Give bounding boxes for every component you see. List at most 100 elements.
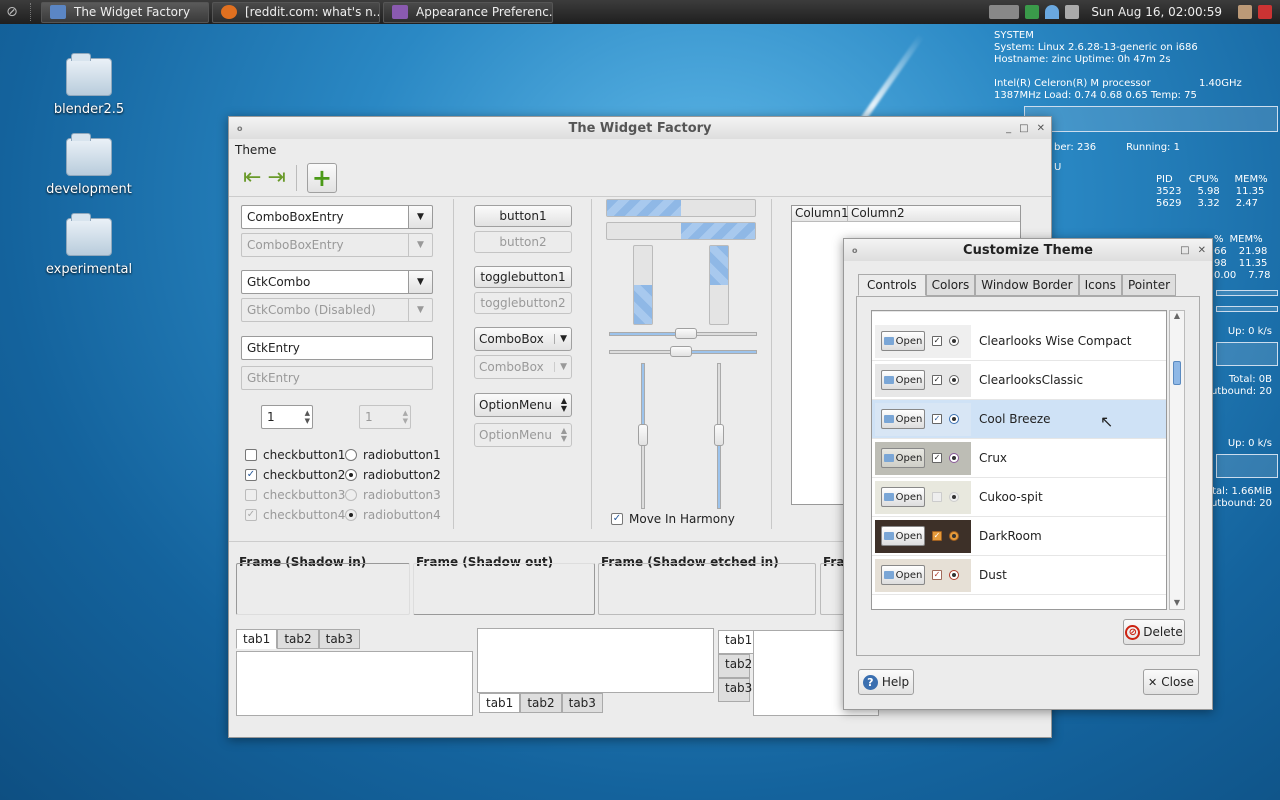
tab-window-border[interactable]: Window Border xyxy=(975,274,1079,296)
tab-2[interactable]: tab2 xyxy=(277,629,319,649)
gtkcombo-text[interactable]: GtkCombo xyxy=(241,270,409,294)
spin-button[interactable]: 1 ▲ ▼ xyxy=(261,405,313,429)
gtkentry[interactable]: GtkEntry xyxy=(241,336,433,360)
window-titlebar[interactable]: o The Widget Factory _ □ ✕ xyxy=(229,117,1051,139)
task-label: The Widget Factory xyxy=(74,5,191,19)
hscale-handle[interactable] xyxy=(675,328,697,339)
close-button[interactable]: ✕ Close xyxy=(1143,669,1199,695)
maximize-icon[interactable]: □ xyxy=(1180,245,1189,256)
user-icon[interactable] xyxy=(1238,5,1252,19)
wifi-icon[interactable] xyxy=(1045,5,1060,19)
volume-icon[interactable] xyxy=(1065,5,1080,19)
task-firefox[interactable]: [reddit.com: what's n... xyxy=(212,1,380,23)
optionmenu[interactable]: OptionMenu ▲ ▼ xyxy=(474,393,572,417)
theme-row[interactable]: Open ✓ Crux xyxy=(872,439,1166,478)
tab-2[interactable]: tab2 xyxy=(520,693,562,713)
shutdown-icon[interactable] xyxy=(1258,5,1272,19)
proc-cell: 2.47 xyxy=(1235,198,1258,209)
tab-3[interactable]: tab3 xyxy=(318,629,360,649)
maximize-icon[interactable]: □ xyxy=(1019,123,1028,134)
checkbox[interactable]: ✓ xyxy=(611,513,623,525)
task-appearance[interactable]: Appearance Preferenc... xyxy=(383,1,553,23)
clock[interactable]: Sun Aug 16, 02:00:59 xyxy=(1091,5,1222,19)
tab-3[interactable]: tab3 xyxy=(718,678,752,702)
chevron-down-icon[interactable]: ▼ xyxy=(409,270,433,294)
theme-list-scrollbar[interactable]: ▲ ▼ xyxy=(1169,310,1185,610)
menu-theme[interactable]: Theme xyxy=(235,143,276,157)
close-icon[interactable]: ✕ xyxy=(1198,245,1206,256)
theme-row[interactable]: Open ✓ ClearlooksClassic xyxy=(872,361,1166,400)
task-widget-factory[interactable]: The Widget Factory xyxy=(41,1,209,23)
notebook-top-tabs: tab1 tab2 tab3 xyxy=(236,629,360,649)
window-menu-icon[interactable]: o xyxy=(237,124,243,133)
radio[interactable] xyxy=(345,469,357,481)
mem-prefix: 98 xyxy=(1214,258,1227,269)
checkbutton2[interactable]: ✓ checkbutton2 xyxy=(245,465,345,485)
vscale-handle[interactable] xyxy=(638,424,648,446)
radiobutton1[interactable]: radiobutton1 xyxy=(345,445,441,465)
gtkcombo[interactable]: GtkCombo ▼ xyxy=(241,270,433,294)
back-icon[interactable]: ⇤ xyxy=(243,165,261,190)
theme-row-selected[interactable]: Open ✓ Cool Breeze ↖ xyxy=(872,400,1166,439)
scroll-up-icon[interactable]: ▲ xyxy=(1170,311,1184,320)
checkbutton1[interactable]: checkbutton1 xyxy=(245,445,345,465)
tab-colors[interactable]: Colors xyxy=(925,274,976,296)
theme-row[interactable]: Open Cukoo-spit xyxy=(872,478,1166,517)
check-preview-icon: ✓ xyxy=(932,570,942,580)
tab-1[interactable]: tab1 xyxy=(236,629,278,649)
hscale-handle[interactable] xyxy=(670,346,692,357)
radiobutton2[interactable]: radiobutton2 xyxy=(345,465,441,485)
togglebutton1[interactable]: togglebutton1 xyxy=(474,266,572,288)
radio-preview-icon xyxy=(949,336,959,346)
button2: button2 xyxy=(474,231,572,253)
tab-2[interactable]: tab2 xyxy=(718,654,752,678)
checkbox[interactable]: ✓ xyxy=(245,469,257,481)
tab-1[interactable]: tab1 xyxy=(718,630,754,654)
checkbox[interactable] xyxy=(245,449,257,461)
forward-icon[interactable]: ⇥ xyxy=(267,165,285,190)
workspace-icon[interactable] xyxy=(989,5,1020,19)
delete-button[interactable]: ⊘ Delete xyxy=(1123,619,1185,645)
theme-row-partial xyxy=(872,595,1166,609)
main-menu-icon[interactable]: ⊘ xyxy=(0,0,24,24)
window-menu-icon[interactable]: o xyxy=(852,246,858,255)
theme-name: Cukoo-spit xyxy=(979,490,1043,504)
theme-row[interactable]: Open ✓ Dust xyxy=(872,556,1166,595)
conky-procs-number: ber: 236 xyxy=(1054,142,1097,153)
add-icon[interactable]: + xyxy=(306,162,337,193)
theme-preview: Open ✓ xyxy=(875,324,971,358)
radio[interactable] xyxy=(345,449,357,461)
dialog-titlebar[interactable]: o Customize Theme □ ✕ xyxy=(844,239,1212,261)
close-icon[interactable]: ✕ xyxy=(1037,123,1045,134)
column-header[interactable]: Column2 xyxy=(848,206,908,221)
theme-row[interactable]: Open ✓ DarkRoom xyxy=(872,517,1166,556)
theme-row[interactable]: Open ✓ Clearlooks Wise Compact xyxy=(872,322,1166,361)
tab-1[interactable]: tab1 xyxy=(479,693,521,713)
comboboxentry[interactable]: ComboBoxEntry ▼ xyxy=(241,205,433,229)
chevron-down-icon[interactable]: ▼ xyxy=(409,205,433,229)
comboboxentry-text[interactable]: ComboBoxEntry xyxy=(241,205,409,229)
column-header[interactable]: Column1 xyxy=(792,206,849,221)
conky-mem-row: 0.00 7.78 xyxy=(1214,270,1280,282)
scrollbar-thumb[interactable] xyxy=(1173,361,1181,385)
theme-preview: Open ✓ xyxy=(875,363,971,397)
delete-label: Delete xyxy=(1143,625,1183,639)
spin-arrows-icon[interactable]: ▲ ▼ xyxy=(305,409,310,425)
vscale-handle[interactable] xyxy=(714,424,724,446)
minimize-icon[interactable]: _ xyxy=(1006,123,1011,134)
move-in-harmony-check[interactable]: ✓ Move In Harmony xyxy=(611,512,735,526)
button1[interactable]: button1 xyxy=(474,205,572,227)
theme-list[interactable]: Open ✓ Clearlooks Wise Compact Open ✓ Cl… xyxy=(871,310,1167,610)
tab-pointer[interactable]: Pointer xyxy=(1121,274,1177,296)
scroll-down-icon[interactable]: ▼ xyxy=(1170,598,1184,607)
combobox[interactable]: ComboBox ▼ xyxy=(474,327,572,351)
desktop-folder-experimental[interactable]: experimental xyxy=(44,213,134,277)
desktop-folder-blender[interactable]: blender2.5 xyxy=(44,53,134,117)
tab-controls[interactable]: Controls xyxy=(858,274,926,296)
tab-3[interactable]: tab3 xyxy=(561,693,603,713)
help-button[interactable]: ? Help xyxy=(858,669,914,695)
desktop-folder-development[interactable]: development xyxy=(44,133,134,197)
tab-icons[interactable]: Icons xyxy=(1078,274,1122,296)
network-manager-icon[interactable] xyxy=(1025,5,1040,19)
theme-name: Cool Breeze xyxy=(979,412,1051,426)
